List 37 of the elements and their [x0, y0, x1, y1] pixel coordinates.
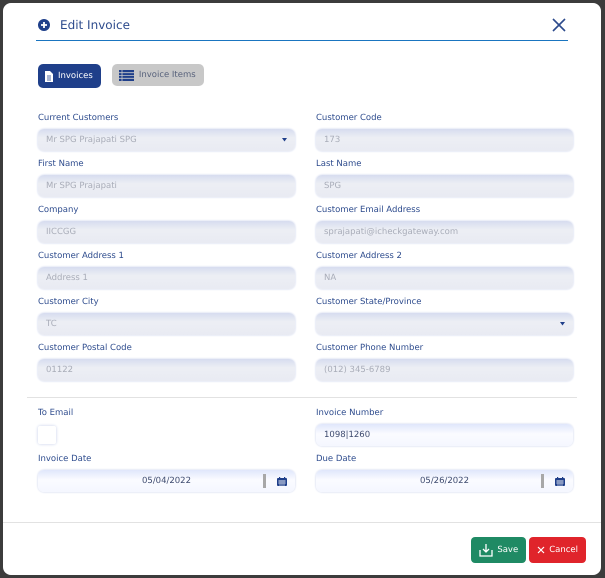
download-icon	[479, 543, 494, 557]
input-field[interactable]: 1098|1260	[316, 424, 573, 446]
close-icon	[537, 546, 546, 554]
field-label: Customer City	[38, 297, 100, 308]
field-label: Last Name	[316, 159, 362, 170]
tab[interactable]: Invoice Items	[112, 64, 204, 86]
field-label: First Name	[38, 159, 85, 170]
field-label: Customer Address 2	[316, 251, 403, 262]
field-label: To Email	[38, 408, 74, 419]
cancel-button[interactable]: Cancel	[529, 537, 586, 563]
list-icon	[118, 70, 134, 80]
close-icon[interactable]	[550, 16, 568, 34]
field-label: Current Customers	[38, 113, 120, 124]
date-field[interactable]: 05/04/2022	[38, 470, 295, 492]
field-label: Customer State/Province	[316, 297, 423, 308]
dialog-title: Edit Invoice	[60, 18, 131, 32]
divider-bar	[541, 474, 544, 488]
tab[interactable]: Invoices	[38, 64, 101, 88]
calendar-icon[interactable]	[277, 476, 287, 486]
divider-bar	[263, 474, 266, 488]
checkbox[interactable]	[38, 426, 56, 444]
field-label: Customer Phone Number	[316, 343, 424, 354]
save-button[interactable]: Save	[471, 537, 526, 563]
caret-icon	[560, 322, 565, 326]
field-label: Invoice Date	[38, 454, 92, 465]
field-label: Customer Email Address	[316, 205, 422, 216]
plus-icon	[38, 19, 50, 31]
field-label: Customer Postal Code	[38, 343, 133, 354]
field-label: Customer Address 1	[38, 251, 125, 262]
document-icon	[45, 70, 53, 82]
field-label: Due Date	[316, 454, 358, 465]
date-field[interactable]: 05/26/2022	[316, 470, 573, 492]
calendar-icon[interactable]	[555, 476, 565, 486]
caret-icon	[282, 138, 287, 142]
field-label: Customer Code	[316, 113, 383, 124]
field-label: Invoice Number	[316, 408, 384, 419]
field-label: Company	[38, 205, 80, 216]
